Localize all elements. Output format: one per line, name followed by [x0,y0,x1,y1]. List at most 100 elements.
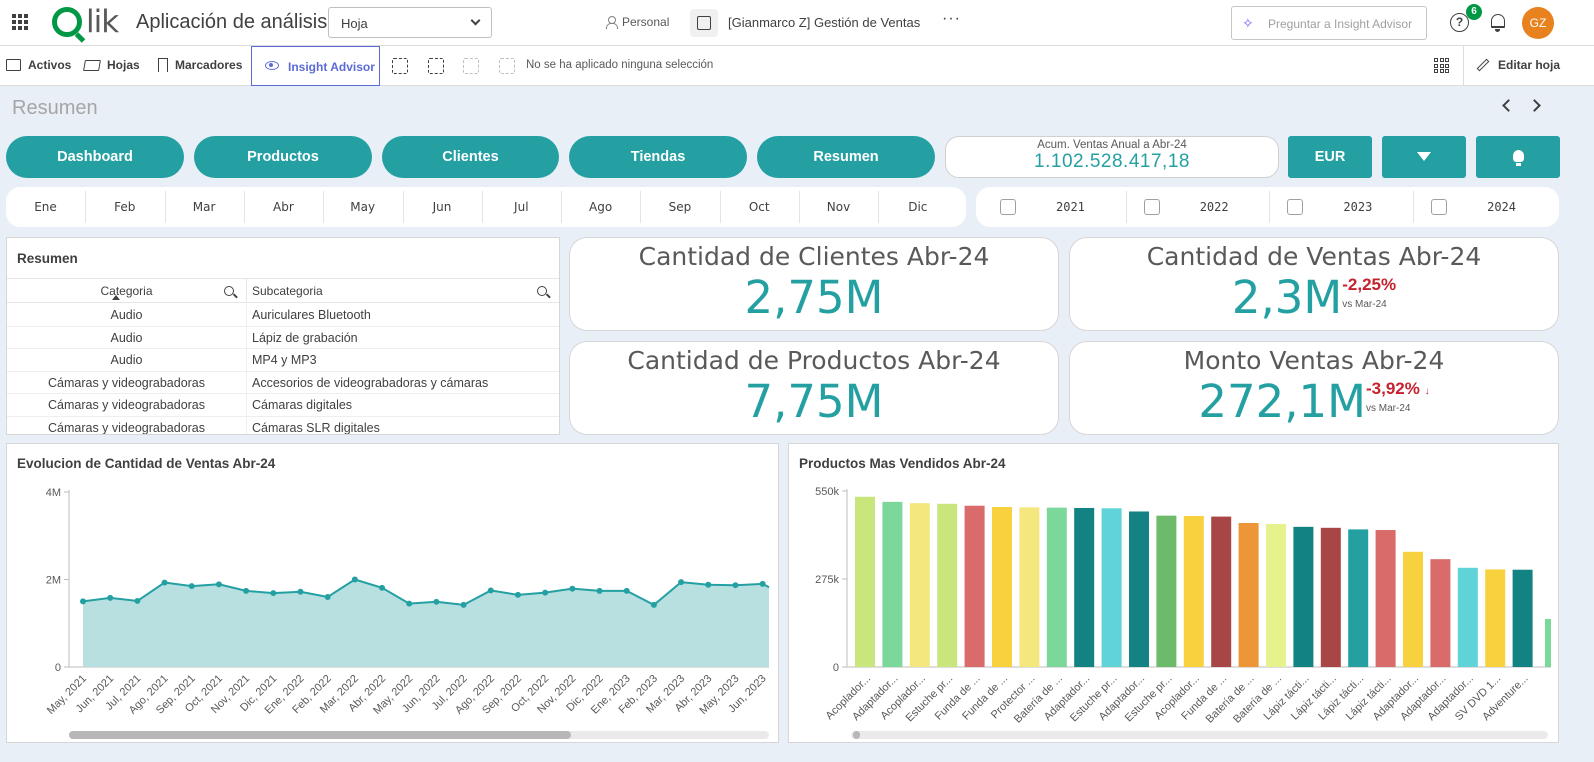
bar[interactable] [1129,511,1149,667]
cell-categoria[interactable]: Audio [7,349,247,372]
marcadores-button[interactable]: Marcadores [158,58,242,72]
cell-subcategoria[interactable]: Lápiz de grabación [252,327,358,349]
step-back-icon[interactable] [428,58,444,74]
bar[interactable] [855,496,875,667]
data-point[interactable] [107,594,114,601]
evolucion-chart[interactable]: 02M4MMay, 2021Jun, 2021Jul, 2021Ago, 202… [7,444,778,740]
data-point[interactable] [542,589,549,596]
data-point[interactable] [270,590,277,597]
data-point[interactable] [678,579,685,586]
bar[interactable] [1375,530,1396,667]
bar[interactable] [992,507,1012,667]
year-option[interactable]: 2022 [1126,187,1270,227]
nav-resumen-button[interactable]: Resumen [757,136,935,178]
data-point[interactable] [188,583,195,590]
nav-productos-button[interactable]: Productos [194,136,372,178]
bar[interactable] [1485,569,1506,667]
layout-grid-icon[interactable] [1434,58,1449,73]
bar[interactable] [1211,516,1232,667]
bar-partial[interactable] [1545,619,1551,667]
more-options-icon[interactable]: ··· [942,10,961,28]
app-icon[interactable] [690,9,718,37]
ask-insight-advisor-input[interactable]: ✧ Preguntar a Insight Advisor [1231,6,1427,40]
data-point[interactable] [243,587,250,594]
nav-tiendas-button[interactable]: Tiendas [569,136,747,178]
bar[interactable] [1430,559,1451,667]
year-checkbox[interactable] [1287,199,1304,215]
bar[interactable] [1293,526,1314,667]
previous-sheet-icon[interactable] [1502,99,1515,112]
data-point[interactable] [351,576,358,583]
cell-categoria[interactable]: Cámaras y videograbadoras [7,371,247,394]
month-option[interactable]: Mar [165,187,244,227]
evolucion-scrollbar[interactable] [69,731,769,739]
productos-chart[interactable]: 0275k550kAcoplador...Adaptador...Acoplad… [789,444,1558,740]
bar[interactable] [1238,523,1259,667]
data-point[interactable] [569,585,576,592]
app-name[interactable]: [Gianmarco Z] Gestión de Ventas [728,15,920,30]
bar[interactable] [1457,567,1478,667]
cell-categoria[interactable]: Audio [7,304,247,326]
bar[interactable] [1046,507,1067,667]
avatar[interactable]: GZ [1522,7,1554,39]
nav-clientes-button[interactable]: Clientes [382,136,559,178]
data-point[interactable] [732,582,739,589]
productos-scroll-thumb[interactable] [853,731,860,739]
month-option[interactable]: Ene [6,187,85,227]
month-option[interactable]: Feb [85,187,164,227]
insights-button[interactable] [1476,136,1560,178]
year-checkbox[interactable] [1000,199,1016,215]
year-option[interactable]: 2021 [982,187,1126,227]
bar[interactable] [1348,529,1369,667]
hojas-button[interactable]: Hojas [83,58,140,72]
month-option[interactable]: Jun [403,187,482,227]
next-sheet-icon[interactable] [1528,99,1541,112]
bar[interactable] [1183,515,1204,667]
smart-search-icon[interactable] [392,58,408,74]
bar[interactable] [1101,508,1122,667]
data-point[interactable] [514,591,521,598]
bell-icon[interactable] [1491,14,1505,32]
table-row[interactable]: Audio Auriculares Bluetooth [7,304,559,327]
header-subcategoria[interactable]: Subcategoria [252,279,323,303]
data-point[interactable] [433,598,440,605]
bar[interactable] [964,505,985,667]
bar[interactable] [1266,523,1286,667]
cell-subcategoria[interactable]: Cámaras SLR digitales [252,417,380,434]
cell-categoria[interactable]: Cámaras y videograbadoras [7,417,247,434]
data-point[interactable] [134,597,141,604]
month-option[interactable]: Ago [561,187,640,227]
month-option[interactable]: Oct [720,187,799,227]
table-row[interactable]: Audio MP4 y MP3 [7,349,559,372]
data-point[interactable] [759,580,766,587]
table-row[interactable]: Cámaras y videograbadoras Cámaras SLR dig… [7,417,559,434]
bar[interactable] [1512,569,1533,667]
table-row[interactable]: Cámaras y videograbadoras Accesorios de v… [7,371,559,395]
data-point[interactable] [487,587,494,594]
cell-subcategoria[interactable]: Cámaras digitales [252,394,352,416]
bar[interactable] [909,503,930,667]
bar[interactable] [937,503,958,667]
space-label[interactable]: Personal [606,15,669,29]
bar[interactable] [1156,515,1177,667]
year-option[interactable]: 2023 [1269,187,1413,227]
search-subcategoria-icon[interactable] [537,286,547,296]
table-row[interactable]: Cámaras y videograbadoras Cámaras digital… [7,394,559,417]
table-row[interactable]: Audio Lápiz de grabación [7,326,559,350]
data-point[interactable] [596,587,603,594]
month-option[interactable]: May [323,187,402,227]
cell-subcategoria[interactable]: Auriculares Bluetooth [252,304,371,326]
month-option[interactable]: Sep [640,187,719,227]
cell-categoria[interactable]: Cámaras y videograbadoras [7,394,247,417]
data-point[interactable] [460,601,467,608]
bar[interactable] [882,501,903,667]
data-point[interactable] [324,594,331,600]
bar[interactable] [1074,507,1095,667]
bar[interactable] [1019,507,1040,667]
data-point[interactable] [623,587,630,594]
qlik-logo[interactable]: lik [52,4,119,40]
data-point[interactable] [215,581,222,588]
app-menu-grid-icon[interactable] [12,14,28,30]
data-point[interactable] [650,601,657,608]
month-option[interactable]: Nov [799,187,878,227]
